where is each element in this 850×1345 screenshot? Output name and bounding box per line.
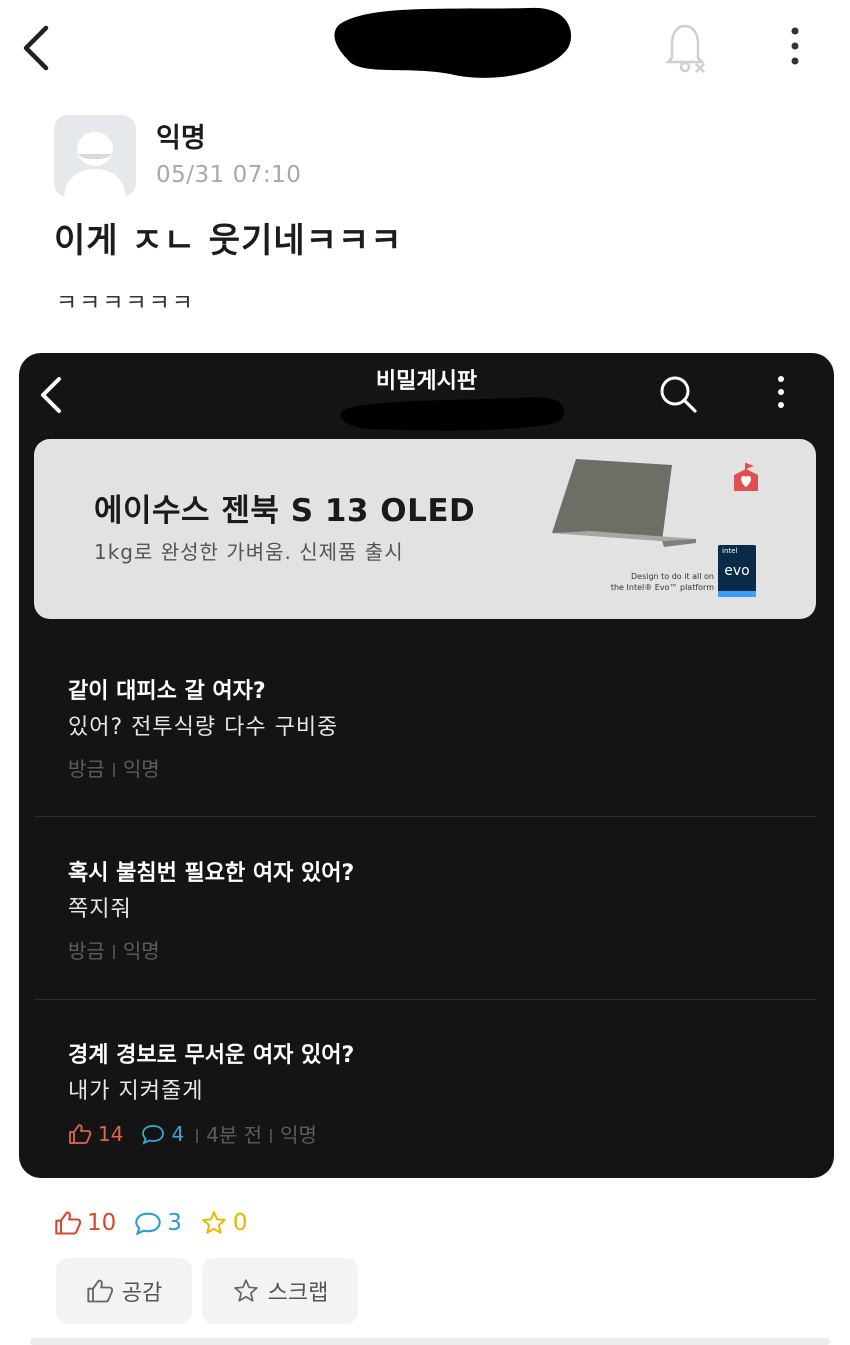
comment-count: 3 — [134, 1210, 182, 1236]
item-like-count: 14 — [68, 1122, 123, 1146]
empathy-button[interactable]: 공감 — [56, 1258, 192, 1324]
search-icon — [660, 376, 697, 413]
star-icon — [233, 1279, 258, 1302]
chevron-left-icon[interactable] — [18, 22, 54, 74]
item-title: 같이 대피소 갈 여자? — [68, 679, 266, 704]
scrap-count: 0 — [200, 1210, 248, 1236]
more-vertical-icon — [778, 376, 784, 408]
item-meta: 4분 전 익명 — [196, 1119, 317, 1148]
ad-title: 에이수스 젠북 S 13 OLED — [94, 493, 476, 529]
post-datetime: 05/31 07:10 — [156, 162, 302, 188]
redaction-mark — [334, 7, 572, 78]
post-body: ㅋㅋㅋㅋㅋㅋ — [56, 290, 195, 316]
list-item: 혹시 불침번 필요한 여자 있어? 쪽지줘 방금 익명 — [34, 827, 816, 997]
item-body: 있어? 전투식량 다수 구비중 — [68, 715, 339, 740]
item-body: 쪽지줘 — [68, 897, 132, 922]
post-author: 익명 — [156, 123, 206, 154]
item-comment-count: 4 — [141, 1122, 184, 1146]
comment-icon — [135, 1212, 161, 1236]
thumbs-up-icon — [69, 1123, 92, 1144]
divider — [34, 999, 816, 1000]
thumbs-up-icon — [87, 1279, 113, 1303]
comment-icon — [142, 1124, 165, 1145]
redaction-mark — [340, 397, 565, 431]
campus-logo-icon — [734, 463, 758, 491]
anonymous-avatar-icon — [54, 115, 136, 197]
avatar — [54, 115, 136, 197]
laptop-image — [552, 459, 696, 547]
divider — [34, 816, 816, 817]
list-item: 경계 경보로 무서운 여자 있어? 내가 지켜줄게 14 4 4분 전 익명 — [34, 1011, 816, 1171]
item-title: 혹시 불침번 필요한 여자 있어? — [68, 861, 355, 886]
post-stats: 10 3 0 — [54, 1210, 266, 1236]
item-meta: 방금 익명 — [68, 939, 160, 963]
item-title: 경계 경보로 무서운 여자 있어? — [68, 1043, 355, 1068]
divider — [30, 1338, 830, 1345]
top-bar — [0, 0, 850, 100]
scrap-label: 스크랩 — [267, 1281, 329, 1306]
intel-evo-badge: intel evo — [718, 545, 756, 597]
empathy-label: 공감 — [121, 1281, 163, 1306]
thumbs-up-icon — [55, 1211, 82, 1235]
item-meta: 방금 익명 — [68, 757, 160, 781]
embedded-screenshot: 비밀게시판 에이수스 젠북 S 13 OLED 1kg로 완성한 가벼움. 신제… — [19, 353, 834, 1178]
list-item: 같이 대피소 갈 여자? 있어? 전투식량 다수 구비중 방금 익명 — [34, 643, 816, 813]
star-icon — [202, 1211, 226, 1234]
post-title: 이게 ㅈㄴ 웃기네ㅋㅋㅋ — [54, 221, 403, 261]
like-count: 10 — [54, 1210, 116, 1236]
scrap-button[interactable]: 스크랩 — [202, 1258, 358, 1324]
item-stats: 14 4 4분 전 익명 — [68, 1119, 317, 1148]
ad-tagline: Design to do it all on the Intel® Evo™ p… — [610, 572, 714, 592]
more-vertical-icon[interactable] — [782, 24, 808, 68]
ad-banner: 에이수스 젠북 S 13 OLED 1kg로 완성한 가벼움. 신제품 출시 D… — [34, 439, 816, 619]
item-body: 내가 지켜줄게 — [68, 1079, 204, 1104]
bell-off-icon[interactable] — [660, 20, 710, 76]
ad-subtitle: 1kg로 완성한 가벼움. 신제품 출시 — [94, 540, 404, 564]
